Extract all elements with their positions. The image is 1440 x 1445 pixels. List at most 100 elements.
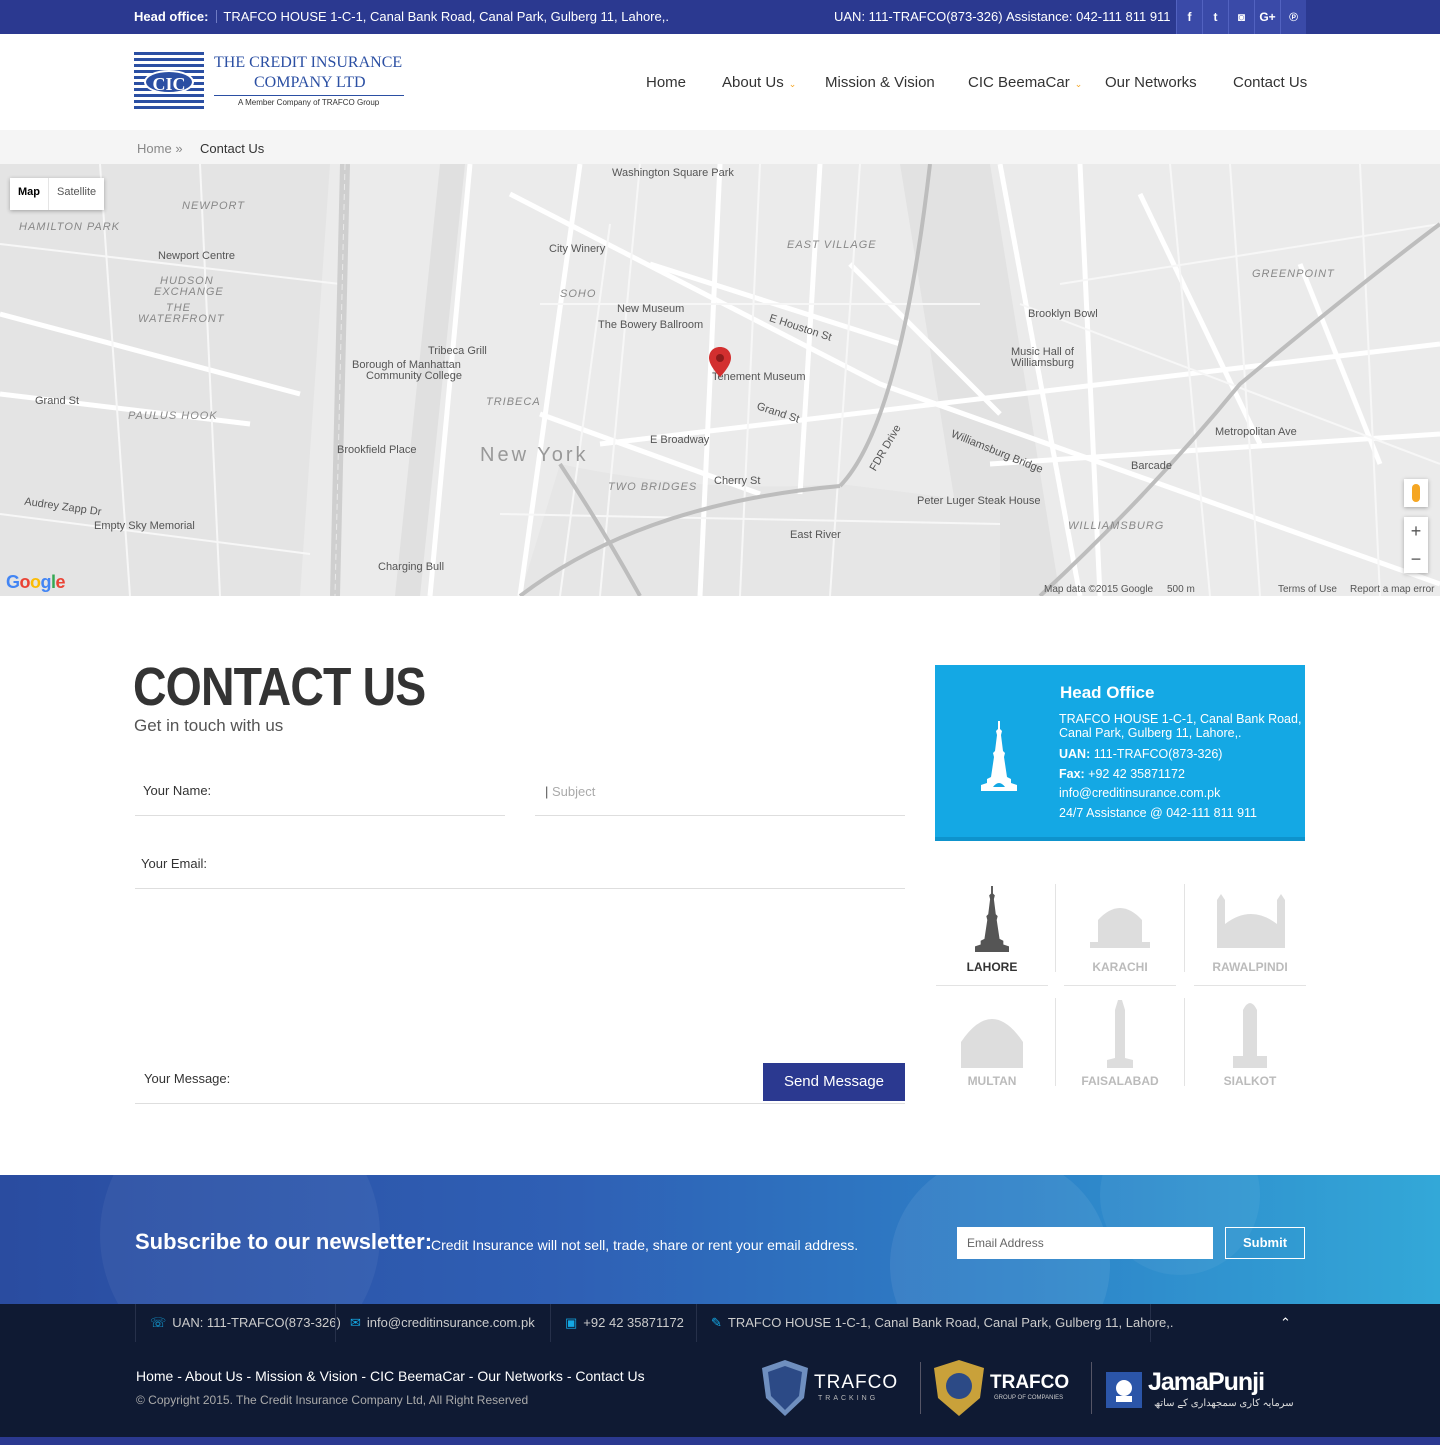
back-to-top-icon[interactable]: ⌃: [1280, 1315, 1291, 1331]
google-map[interactable]: Map Satellite Washington Square Park Cit…: [0, 164, 1440, 596]
city-rawalpindi[interactable]: RAWALPINDI: [1194, 884, 1306, 987]
city-sialkot[interactable]: SIALKOT: [1195, 1000, 1305, 1090]
map-label: Empty Sky Memorial: [94, 520, 195, 532]
head-office-assistance: 24/7 Assistance @ 042-111 811 911: [1059, 806, 1258, 820]
copyright: © Copyright 2015. The Credit Insurance C…: [136, 1393, 529, 1407]
logo-line-1: THE CREDIT INSURANCE: [214, 54, 403, 71]
newsletter-email-input[interactable]: Email Address: [957, 1227, 1213, 1259]
breadcrumb-current: Contact Us: [200, 141, 265, 156]
minar-icon: [981, 721, 1017, 791]
street-view-icon[interactable]: [1404, 479, 1428, 507]
footer-link-home[interactable]: Home: [136, 1368, 173, 1384]
breadcrumb-home[interactable]: Home »: [137, 141, 183, 156]
footer-link-about[interactable]: About Us: [185, 1368, 243, 1384]
zoom-in-button[interactable]: +: [1404, 517, 1428, 545]
google-logo[interactable]: Google: [6, 572, 66, 593]
city-label: KARACHI: [1092, 960, 1148, 974]
map-label: Brooklyn Bowl: [1028, 308, 1098, 320]
breadcrumb-home-label: Home: [137, 141, 172, 156]
name-field[interactable]: Your Name:: [135, 770, 505, 816]
google-plus-icon[interactable]: G+: [1254, 0, 1280, 34]
nav-beemacar[interactable]: CIC BeemaCar ⌄: [968, 74, 1082, 91]
breadcrumb: Home » Contact Us: [0, 130, 1440, 164]
nav-home[interactable]: Home: [646, 74, 686, 91]
map-report-link[interactable]: Report a map error: [1350, 584, 1434, 595]
instagram-icon[interactable]: ◙: [1228, 0, 1254, 34]
logo-line-2: COMPANY LTD: [254, 74, 366, 91]
city-lahore[interactable]: LAHORE: [936, 884, 1048, 987]
trafco-tracking-name: TRAFCO: [814, 1372, 899, 1393]
assistance-text: Assistance: 042-111 811 911: [1006, 9, 1171, 24]
head-office-card: Head Office TRAFCO HOUSE 1-C-1, Canal Ba…: [935, 665, 1305, 841]
jamapunji-logo[interactable]: JamaPunji سرمایہ کاری سمجھداری کے ساتھ: [1106, 1360, 1302, 1416]
nav-about[interactable]: About Us ⌄: [722, 74, 796, 91]
divider: [1184, 884, 1185, 972]
nav-beemacar-label: CIC BeemaCar: [968, 74, 1070, 91]
footer-contact-bar: ☏ UAN: 111-TRAFCO(873-326) ✉ info@creditin…: [0, 1304, 1440, 1342]
divider: [1055, 884, 1056, 972]
trafco-group-logo[interactable]: TRAFCO GROUP OF COMPANIES: [934, 1360, 1080, 1416]
nav-networks[interactable]: Our Networks: [1105, 74, 1197, 91]
map-label: NEWPORT: [182, 200, 246, 212]
city-faisalabad[interactable]: FAISALABAD: [1065, 1000, 1175, 1090]
map-label: The Bowery Ballroom: [598, 319, 704, 331]
satellite-tab[interactable]: Satellite: [48, 178, 104, 210]
site-logo[interactable]: CIC THE CREDIT INSURANCE COMPANY LTD A M…: [134, 52, 406, 112]
map-label: EAST VILLAGE: [787, 239, 877, 251]
separator: -: [562, 1368, 576, 1384]
map-label: East River: [790, 529, 841, 541]
jamapunji-icon: [1106, 1372, 1142, 1408]
footer-address: ✎ TRAFCO HOUSE 1-C-1, Canal Bank Road, Ca…: [696, 1304, 1173, 1342]
map-label: PAULUS HOOK: [128, 410, 218, 422]
divider: [1064, 985, 1176, 986]
map-label: E Broadway: [650, 434, 710, 446]
divider: [216, 10, 218, 23]
city-multan[interactable]: MULTAN: [937, 1000, 1047, 1090]
name-label: Your Name:: [143, 783, 212, 798]
newsletter-submit-button[interactable]: Submit: [1225, 1227, 1305, 1259]
map-label: TWO BRIDGES: [608, 481, 698, 493]
head-office-uan: UAN: 111-TRAFCO(873-326): [1059, 747, 1222, 761]
footer-link-mission[interactable]: Mission & Vision: [255, 1368, 357, 1384]
map-label: HAMILTON PARK: [19, 221, 121, 233]
site-footer: ☏ UAN: 111-TRAFCO(873-326) ✉ info@creditin…: [0, 1304, 1440, 1445]
footer-link-beemacar[interactable]: CIC BeemaCar: [370, 1368, 465, 1384]
divider: [1194, 985, 1306, 986]
map-pin-icon[interactable]: [709, 347, 731, 377]
map-tab[interactable]: Map: [10, 178, 48, 210]
subject-field[interactable]: | Subject: [535, 770, 905, 816]
city-label: RAWALPINDI: [1212, 960, 1288, 974]
trafco-group-sub: GROUP OF COMPANIES: [994, 1395, 1064, 1401]
facebook-icon[interactable]: f: [1176, 0, 1202, 34]
email-field[interactable]: Your Email:: [135, 843, 905, 889]
footer-link-contact[interactable]: Contact Us: [575, 1368, 644, 1384]
map-label: New Museum: [617, 303, 685, 315]
head-office-email[interactable]: info@creditinsurance.com.pk: [1059, 786, 1220, 800]
separator: -: [464, 1368, 478, 1384]
map-terms-link[interactable]: Terms of Use: [1278, 584, 1337, 595]
trafco-tracking-logo[interactable]: TRAFCO TRACKING: [762, 1360, 908, 1416]
jamapunji-name: JamaPunji: [1148, 1368, 1265, 1396]
footer-email[interactable]: ✉ info@creditinsurance.com.pk: [335, 1304, 550, 1342]
nav-contact[interactable]: Contact Us: [1233, 74, 1307, 91]
pinterest-icon[interactable]: ℗: [1280, 0, 1306, 34]
fax-value: +92 42 35871172: [1084, 767, 1185, 781]
send-message-button[interactable]: Send Message: [763, 1063, 905, 1101]
social-links: f t ◙ G+ ℗: [1176, 0, 1306, 34]
phone-icon: ☏: [150, 1315, 167, 1330]
map-label: SOHO: [560, 288, 597, 300]
city-karachi[interactable]: KARACHI: [1064, 884, 1176, 987]
zoom-control: + −: [1404, 517, 1428, 573]
double-chevron-right-icon: »: [175, 141, 183, 156]
separator: -: [242, 1368, 256, 1384]
nav-mission[interactable]: Mission & Vision: [825, 74, 935, 91]
twitter-icon[interactable]: t: [1202, 0, 1228, 34]
footer-link-networks[interactable]: Our Networks: [477, 1368, 563, 1384]
city-label: FAISALABAD: [1081, 1074, 1159, 1088]
edit-icon: ✎: [711, 1315, 722, 1330]
map-label: Williamsburg: [1011, 357, 1074, 369]
newsletter-title: Subscribe to our newsletter:: [135, 1229, 433, 1254]
logo-mark: CIC: [134, 52, 204, 112]
zoom-out-button[interactable]: −: [1404, 545, 1428, 573]
head-office-title: Head Office: [1060, 683, 1155, 702]
